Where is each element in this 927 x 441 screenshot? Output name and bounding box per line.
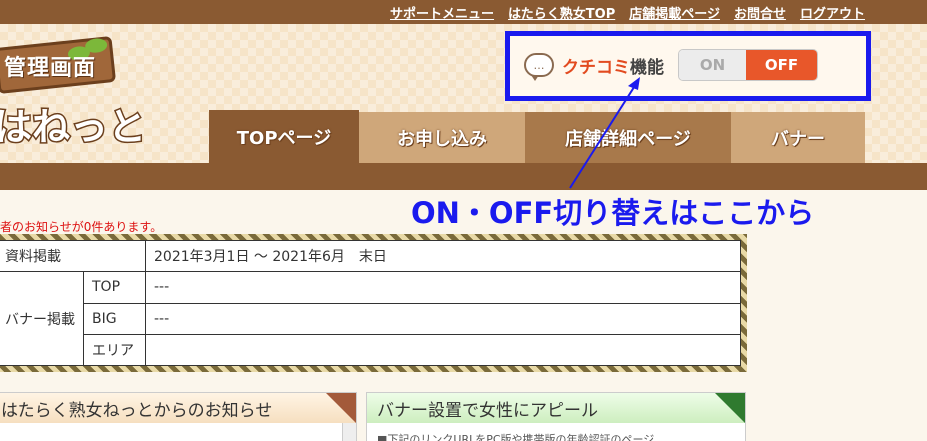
banner-value: --- <box>145 271 741 304</box>
tab-top[interactable]: TOPページ <box>209 110 359 163</box>
scrollbar[interactable] <box>342 423 356 441</box>
support-menu-link[interactable]: サポートメニュー <box>390 3 494 22</box>
kuchikomi-label-feature: 機能 <box>630 57 664 78</box>
banner-value: --- <box>145 302 741 335</box>
logo-title: 管理画面 <box>4 56 97 81</box>
tab-apply[interactable]: お申し込み <box>359 112 525 163</box>
top-link-bar: サポートメニュー はたらく熟女TOP 店舗掲載ページ お問合せ ログアウト <box>0 0 927 24</box>
banner-panel-body: ■下記のリンクURLをPC版や携帯版の年齢認証のページ <box>377 433 655 441</box>
notice-count: 者のお知らせが0件あります。 <box>0 220 163 234</box>
header-band <box>0 163 927 190</box>
banner-value <box>145 333 741 367</box>
kuchikomi-highlight-box: … クチコミ機能 ON OFF <box>505 31 871 101</box>
logout-link[interactable]: ログアウト <box>800 3 865 22</box>
kuchikomi-label: クチコミ機能 <box>562 53 664 78</box>
banner-type: BIG <box>83 302 146 335</box>
main-nav: TOPページ お申し込み 店舗詳細ページ バナー <box>209 110 865 163</box>
top-links: サポートメニュー はたらく熟女TOP 店舗掲載ページ お問合せ ログアウト <box>390 3 865 22</box>
banner-type: エリア <box>83 333 146 367</box>
row-label: 資料掲載 <box>0 239 146 273</box>
toggle-off-button[interactable]: OFF <box>746 50 817 80</box>
tab-banner[interactable]: バナー <box>731 112 865 163</box>
contact-link[interactable]: お問合せ <box>734 3 786 22</box>
banner-type: TOP <box>83 271 146 304</box>
corner-decoration <box>715 393 745 423</box>
info-table: 資料掲載 2021年3月1日 〜 2021年6月 末日 バナー掲載 TOP --… <box>0 239 741 367</box>
kuchikomi-toggle[interactable]: ON OFF <box>678 49 818 81</box>
banner-panel-title-text: バナー設置で女性にアピール <box>377 400 598 421</box>
news-panel-title-text: はたらく熟女ねっとからのお知らせ <box>1 400 273 421</box>
banner-panel: バナー設置で女性にアピール ■下記のリンクURLをPC版や携帯版の年齢認証のペー… <box>366 392 746 441</box>
corner-decoration <box>326 393 356 423</box>
table-row: BIG --- <box>0 302 741 335</box>
logo[interactable]: 管理画面 はねっと <box>0 30 148 160</box>
tab-store-detail[interactable]: 店舗詳細ページ <box>525 112 731 163</box>
news-panel-title: はたらく熟女ねっとからのお知らせ <box>0 393 356 423</box>
kuchikomi-control: … クチコミ機能 ON OFF <box>524 49 818 81</box>
logo-brand: はねっと <box>0 104 148 151</box>
speech-bubble-icon: … <box>524 53 554 81</box>
news-panel: はたらく熟女ねっとからのお知らせ <box>0 392 357 441</box>
row-value: 2021年3月1日 〜 2021年6月 末日 <box>145 239 741 273</box>
info-table-frame: 資料掲載 2021年3月1日 〜 2021年6月 末日 バナー掲載 TOP --… <box>0 234 747 372</box>
kuchikomi-label-red: クチコミ <box>562 57 630 78</box>
table-row: 資料掲載 2021年3月1日 〜 2021年6月 末日 <box>0 239 741 273</box>
table-row: エリア <box>0 333 741 367</box>
store-page-link[interactable]: 店舗掲載ページ <box>629 3 720 22</box>
hataraku-top-link[interactable]: はたらく熟女TOP <box>508 3 615 22</box>
annotation-text: ON・OFF切り替えはここから <box>411 196 815 230</box>
toggle-on-button[interactable]: ON <box>679 50 747 80</box>
banner-label: バナー掲載 <box>0 271 84 366</box>
banner-panel-title: バナー設置で女性にアピール <box>367 393 745 423</box>
table-row: バナー掲載 TOP --- <box>0 271 741 366</box>
